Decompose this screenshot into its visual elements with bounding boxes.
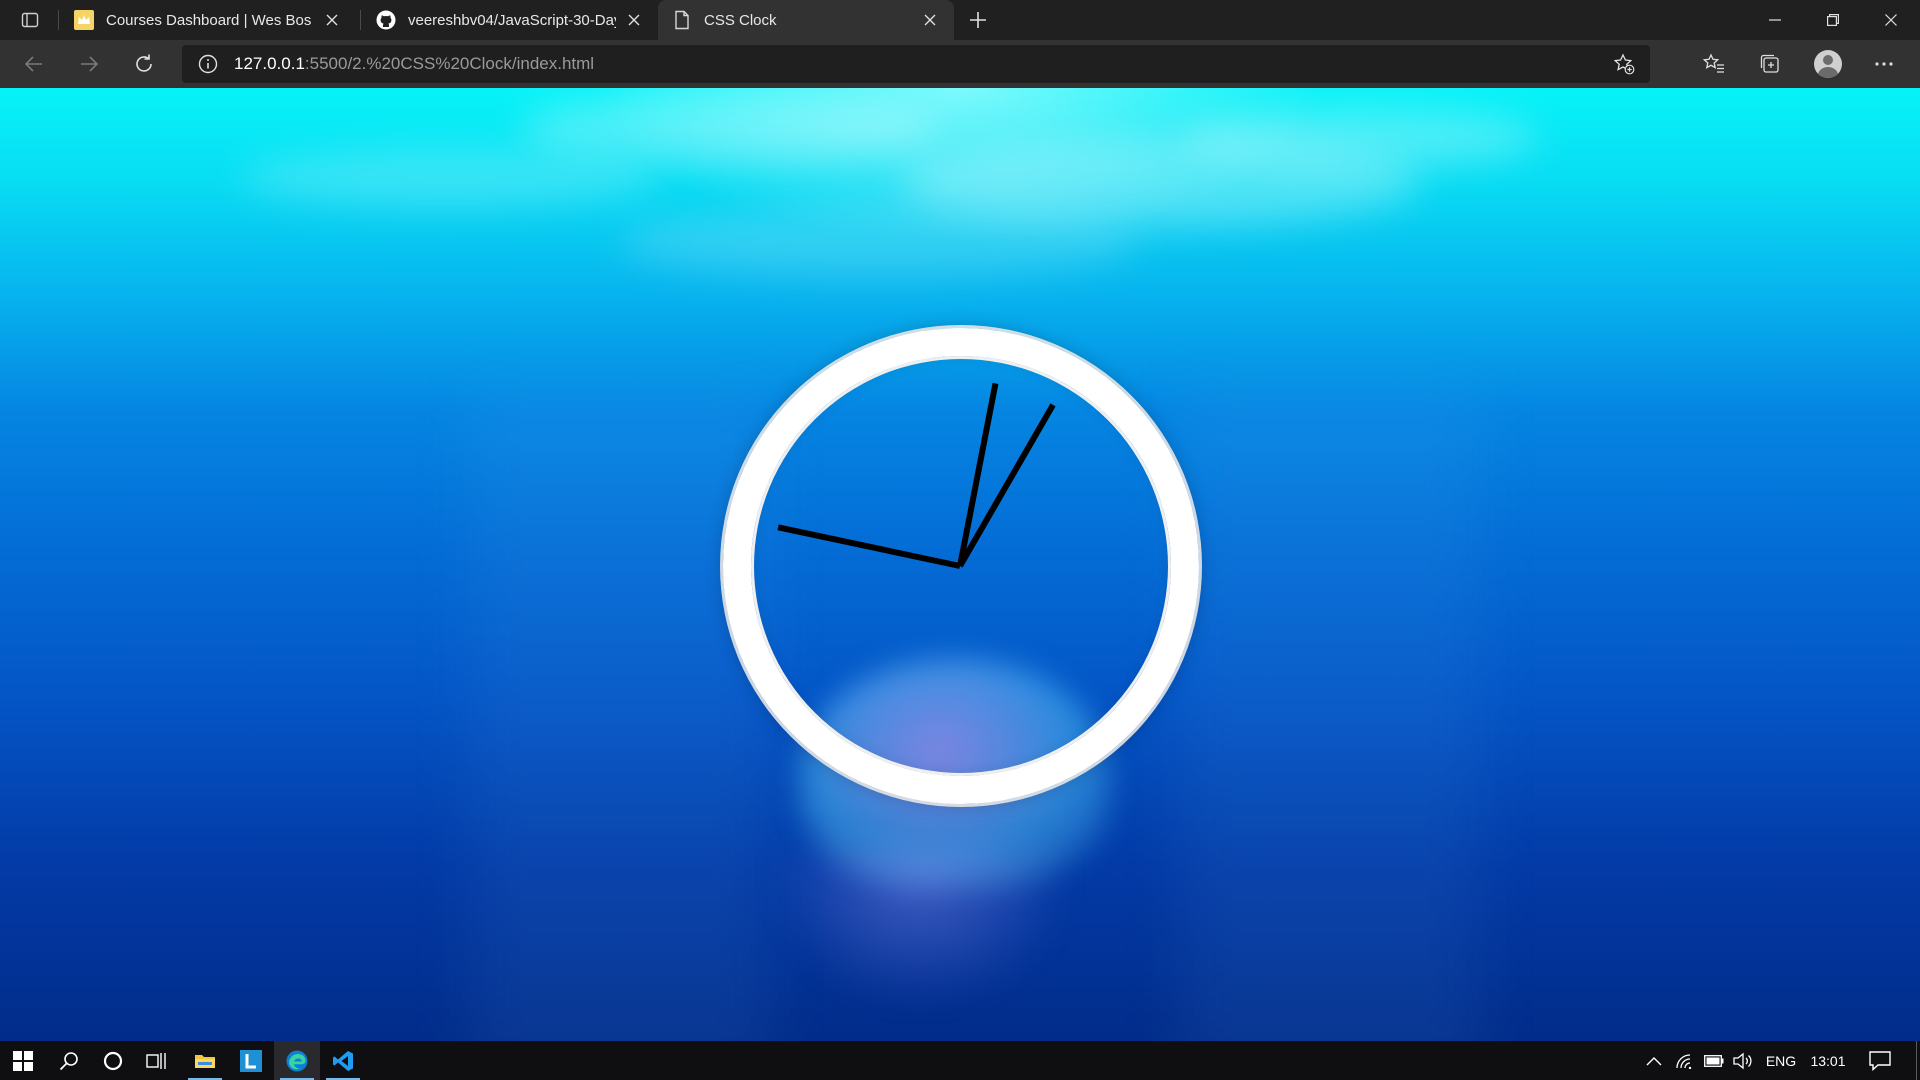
favorites-icon [1703,53,1724,73]
back-button[interactable] [17,48,51,80]
close-tab-icon[interactable] [624,10,644,30]
folder-icon [195,1054,215,1068]
show-desktop-divider [1915,1041,1917,1080]
forward-button[interactable] [72,48,106,80]
wifi-icon [1676,1053,1692,1069]
crown-favicon-icon [74,10,94,30]
windows-taskbar: ENG 13:01 [0,1041,1920,1080]
tab-github-repo[interactable]: veereshbv04/JavaScript-30-Days [362,0,658,40]
vscode-icon [333,1050,353,1071]
speaker-icon [1733,1052,1752,1069]
avatar [1814,50,1842,78]
restore-icon [1827,14,1839,26]
close-tab-icon[interactable] [322,10,342,30]
volume-button[interactable] [1729,1041,1757,1080]
language-label: ENG [1765,1052,1797,1069]
clock-hands [777,382,1056,569]
cortana-icon [103,1051,123,1070]
github-icon [376,10,396,30]
windows-logo-icon [13,1050,33,1071]
close-window-button[interactable] [1862,0,1920,40]
chevron-up-icon [1646,1056,1662,1065]
arrow-right-icon [81,56,99,72]
language-indicator[interactable]: ENG [1760,1041,1802,1080]
more-options-icon [1875,62,1893,66]
tab-title: CSS Clock [704,11,777,29]
url-text[interactable]: 127.0.0.1:5500/2.%20CSS%20Clock/index.ht… [234,54,594,74]
plus-icon [970,12,986,28]
new-tab-button[interactable] [962,8,994,32]
close-icon [1885,14,1897,26]
edge-icon [286,1050,308,1071]
lxrun-app[interactable] [228,1041,274,1080]
battery-icon [1704,1054,1724,1067]
page-viewport [0,88,1920,1041]
profile-button[interactable] [1811,48,1845,80]
close-tab-icon[interactable] [920,10,940,30]
refresh-button[interactable] [127,48,161,80]
task-view-icon [146,1052,166,1069]
minimize-icon [1769,19,1781,21]
minimize-button[interactable] [1746,0,1804,40]
clock-tray[interactable]: 13:01 [1806,1041,1850,1080]
network-button[interactable] [1670,1041,1698,1080]
favorites-button[interactable] [1697,48,1731,80]
url-path: :5500/2.%20CSS%20Clock/index.html [304,54,595,73]
tab-separator [360,10,361,30]
cortana-button[interactable] [90,1041,136,1080]
tab-courses-dashboard[interactable]: Courses Dashboard | Wes Bos [60,0,356,40]
collections-button[interactable] [1753,48,1787,80]
start-button[interactable] [0,1041,46,1080]
tab-title: veereshbv04/JavaScript-30-Days [408,11,616,29]
task-view-button[interactable] [134,1041,180,1080]
tab-strip: Courses Dashboard | Wes Bos veereshbv04/… [0,0,1920,40]
action-center-button[interactable] [1858,1041,1902,1080]
edge-browser-app[interactable] [274,1041,320,1080]
address-bar[interactable]: 127.0.0.1:5500/2.%20CSS%20Clock/index.ht… [182,45,1650,83]
vscode-app[interactable] [320,1041,366,1080]
tab-separator [58,10,59,30]
refresh-icon [136,54,152,72]
l-app-icon [240,1049,262,1072]
search-button[interactable] [46,1041,92,1080]
battery-button[interactable] [1700,1041,1728,1080]
tab-css-clock[interactable]: CSS Clock [658,0,954,40]
system-time: 13:01 [1810,1052,1846,1069]
arrow-left-icon [24,56,42,72]
file-explorer-app[interactable] [182,1041,228,1080]
tab-actions-menu-button[interactable] [14,8,46,32]
collections-icon [1760,54,1779,73]
document-icon [672,10,692,30]
search-icon [59,1051,78,1070]
hour-hand [777,524,961,569]
tab-actions-icon [21,12,39,28]
restore-button[interactable] [1804,0,1862,40]
show-hidden-icons-button[interactable] [1640,1041,1668,1080]
show-desktop-button[interactable] [1912,1041,1920,1080]
url-host: 127.0.0.1 [234,54,305,73]
settings-menu-button[interactable] [1867,48,1901,80]
tab-title: Courses Dashboard | Wes Bos [106,11,312,29]
add-favorite-icon[interactable] [1612,52,1636,76]
site-info-icon[interactable] [196,52,220,76]
browser-toolbar: 127.0.0.1:5500/2.%20CSS%20Clock/index.ht… [0,40,1920,88]
notification-icon [1869,1050,1891,1071]
